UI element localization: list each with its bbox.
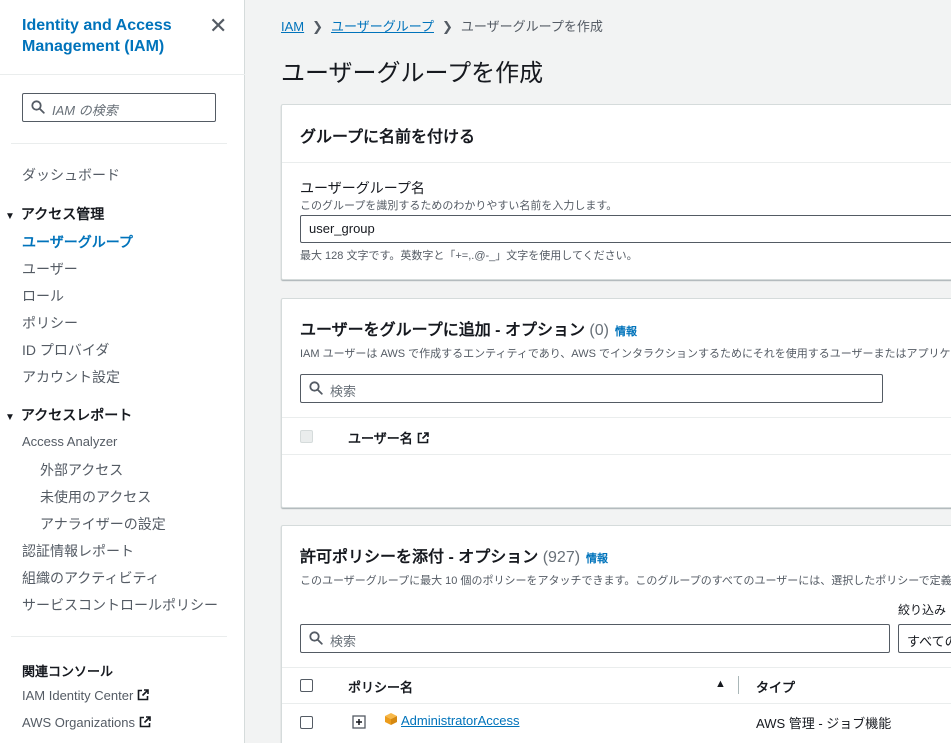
search-placeholder: IAM の検索 — [52, 103, 118, 118]
caret-down-icon: ▼ — [5, 412, 15, 423]
divider — [11, 143, 227, 144]
sidebar-item-external-access[interactable]: 外部アクセス — [40, 460, 123, 480]
sidebar-section-label: アクセス管理 — [20, 206, 105, 222]
column-header-type[interactable]: タイプ — [756, 677, 795, 696]
divider — [282, 417, 951, 418]
sidebar-item-users[interactable]: ユーザー — [22, 259, 78, 279]
search-icon — [31, 100, 45, 114]
page-title: ユーザーグループを作成 — [281, 60, 544, 87]
policy-type-value: AWS 管理 - ジョブ機能 — [756, 716, 892, 731]
search-icon — [309, 631, 323, 645]
breadcrumb-current: ユーザーグループを作成 — [460, 19, 603, 34]
sidebar-item-service-control-policies[interactable]: サービスコントロールポリシー — [22, 595, 218, 615]
sidebar-item-policies[interactable]: ポリシー — [22, 313, 78, 333]
divider — [0, 74, 245, 75]
caret-down-icon: ▼ — [5, 211, 15, 222]
select-all-checkbox[interactable] — [300, 679, 313, 692]
sidebar-item-identity-providers[interactable]: ID プロバイダ — [22, 340, 109, 360]
related-consoles-label: 関連コンソール — [22, 664, 114, 679]
breadcrumb-user-groups[interactable]: ユーザーグループ — [331, 19, 434, 34]
sidebar-item-user-groups[interactable]: ユーザーグループ — [22, 232, 133, 252]
link-label: AWS Organizations — [22, 715, 135, 730]
divider — [282, 703, 951, 704]
sidebar-item-roles[interactable]: ロール — [22, 286, 64, 306]
name-group-card: グループに名前を付ける ユーザーグループ名 このグループを識別するためのわかりや… — [281, 104, 951, 280]
search-placeholder: 検索 — [330, 634, 357, 649]
row-checkbox[interactable] — [300, 716, 313, 729]
users-search-input[interactable]: 検索 — [300, 374, 883, 403]
chevron-right-icon: ❯ — [442, 19, 453, 34]
external-link-icon — [417, 432, 429, 444]
expand-icon[interactable] — [352, 715, 366, 729]
policy-count: (927) — [542, 549, 581, 566]
sidebar-link-identity-center[interactable]: IAM Identity Center — [22, 688, 150, 703]
section-description: このユーザーグループに最大 10 個のポリシーをアタッチできます。このグループの… — [300, 575, 951, 587]
sidebar-section-access-management[interactable]: ▼ アクセス管理 — [5, 204, 104, 224]
chevron-right-icon: ❯ — [312, 19, 324, 34]
sidebar-section-label: アクセスレポート — [20, 407, 133, 423]
close-icon[interactable]: ✕ — [209, 15, 227, 37]
attach-policies-card: 許可ポリシーを添付 - オプション (927) 情報 このユーザーグループに最大 … — [281, 525, 951, 743]
sidebar-item-access-analyzer[interactable]: Access Analyzer — [22, 434, 117, 449]
aws-managed-policy-icon — [385, 713, 397, 725]
search-icon — [309, 381, 323, 395]
user-group-name-input[interactable]: user_group — [300, 215, 951, 243]
select-all-checkbox[interactable] — [300, 430, 313, 443]
info-link[interactable]: 情報 — [615, 326, 637, 338]
sidebar-item-organization-activity[interactable]: 組織のアクティビティ — [22, 568, 160, 588]
sidebar-item-unused-access[interactable]: 未使用のアクセス — [40, 487, 151, 507]
filter-label: 絞り込み — [898, 603, 947, 617]
sidebar-item-account-settings[interactable]: アカウント設定 — [22, 367, 120, 387]
sort-ascending-icon[interactable]: ▲ — [715, 678, 726, 690]
divider — [282, 667, 951, 668]
sidebar-item-credential-report[interactable]: 認証情報レポート — [22, 541, 134, 561]
link-label: IAM Identity Center — [22, 688, 134, 703]
filter-value: すべての — [907, 634, 951, 649]
divider — [282, 162, 951, 163]
field-constraint-hint: 最大 128 文字です。英数字と「+=,.@-_」文字を使用してください。 — [300, 250, 638, 262]
sidebar: Identity and Access Management (IAM) ✕ I… — [0, 0, 245, 743]
breadcrumb: IAM ❯ ユーザーグループ ❯ ユーザーグループを作成 — [281, 16, 603, 35]
heading-text: ユーザーをグループに追加 - オプション — [300, 322, 585, 339]
breadcrumb-iam[interactable]: IAM — [281, 19, 304, 34]
search-placeholder: 検索 — [330, 384, 357, 399]
policy-link-administrator-access[interactable]: AdministratorAccess — [401, 713, 519, 728]
heading-text: 許可ポリシーを添付 - オプション — [300, 549, 539, 566]
column-label: ユーザー名 — [348, 431, 413, 446]
user-count: (0) — [589, 322, 609, 339]
sidebar-title[interactable]: Identity and Access Management (IAM) — [22, 15, 202, 57]
field-label: ユーザーグループ名 — [300, 180, 425, 196]
external-link-icon — [139, 716, 151, 728]
sidebar-item-dashboard[interactable]: ダッシュボード — [22, 165, 120, 185]
sidebar-link-organizations[interactable]: AWS Organizations — [22, 715, 151, 730]
divider — [11, 636, 227, 637]
sidebar-item-analyzer-settings[interactable]: アナライザーの設定 — [40, 514, 166, 534]
field-description: このグループを識別するためのわかりやすい名前を入力します。 — [300, 200, 618, 212]
card-heading: グループに名前を付ける — [300, 129, 476, 146]
sidebar-search-input[interactable]: IAM の検索 — [22, 93, 216, 122]
column-separator — [738, 676, 739, 694]
card-heading: 許可ポリシーを添付 - オプション (927) 情報 — [300, 543, 608, 567]
policy-type-filter-select[interactable]: すべての — [898, 624, 951, 653]
column-header-policy-name[interactable]: ポリシー名 — [348, 677, 413, 696]
info-link[interactable]: 情報 — [586, 553, 608, 565]
section-description: IAM ユーザーは AWS で作成するエンティティであり、AWS でインタラクシ… — [300, 348, 951, 360]
column-header-username[interactable]: ユーザー名 — [348, 428, 429, 447]
external-link-icon — [137, 689, 150, 701]
card-heading: ユーザーをグループに追加 - オプション (0) 情報 — [300, 316, 637, 340]
divider — [282, 454, 951, 455]
add-users-card: ユーザーをグループに追加 - オプション (0) 情報 IAM ユーザーは AWS… — [281, 298, 951, 508]
sidebar-section-access-reports[interactable]: ▼ アクセスレポート — [5, 405, 132, 425]
policies-search-input[interactable]: 検索 — [300, 624, 890, 653]
